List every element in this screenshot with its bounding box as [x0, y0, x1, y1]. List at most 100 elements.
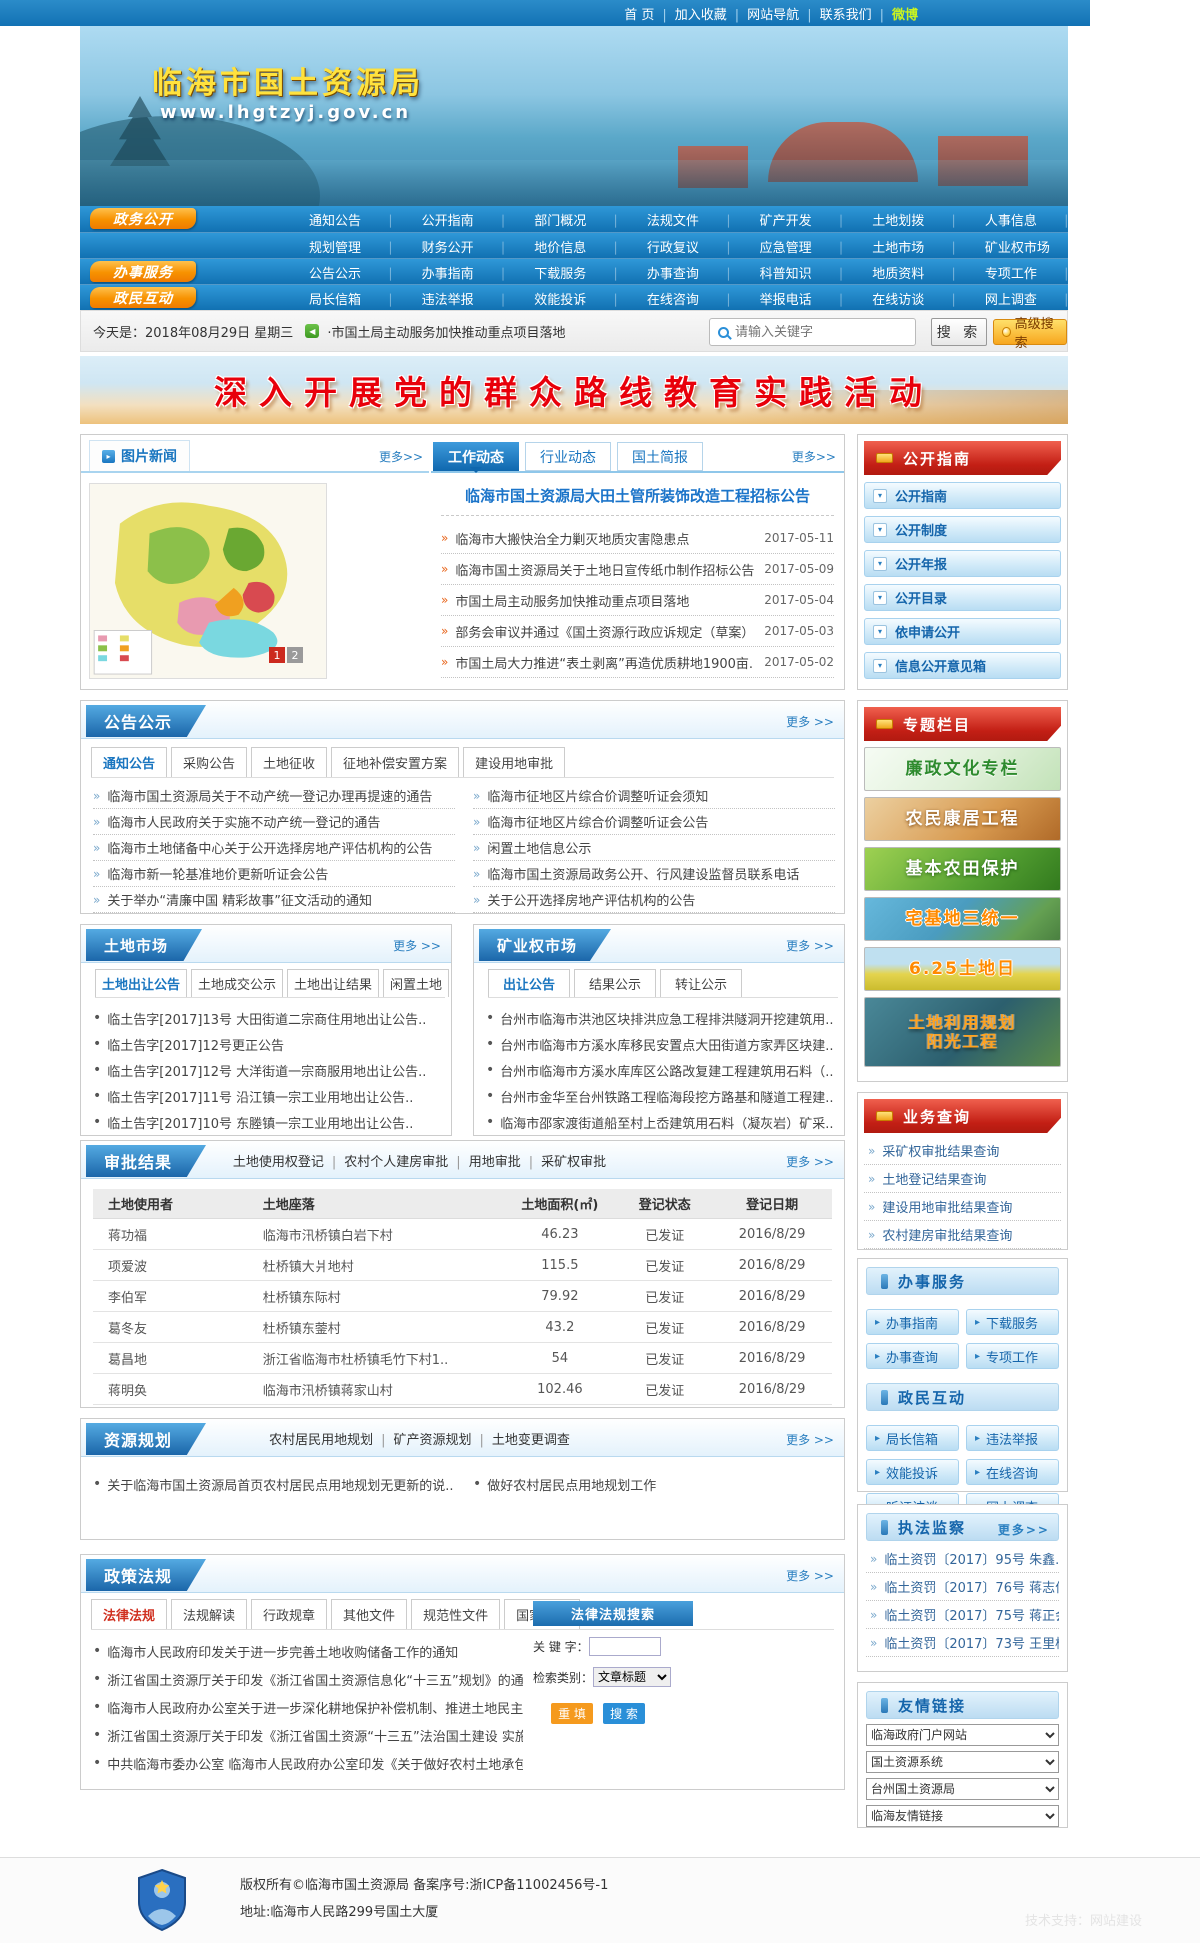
notice-title[interactable]: 临海市国土资源局政务公开、行风建设监督员联系电话	[487, 864, 799, 883]
nav-link[interactable]: 通知公告	[295, 210, 408, 229]
notice-title[interactable]: 关于举办“清廉中国 精彩故事”征文活动的通知	[107, 890, 372, 909]
notice-title[interactable]: 闲置土地信息公示	[487, 838, 591, 857]
nav-link[interactable]: 在线访谈	[858, 289, 971, 308]
nav-link[interactable]: 地质资料	[858, 263, 971, 282]
top-link[interactable]: 首 页	[624, 4, 675, 23]
policy-law-item[interactable]: •中共临海市委办公室 临海市人民政府办公室印发《关于做好农村土地承包经营权确权登…	[93, 1749, 523, 1777]
planning-item-title[interactable]: 做好农村居民点用地规划工作	[487, 1475, 656, 1494]
notice-title[interactable]: 关于公开选择房地产评估机构的公告	[487, 890, 695, 909]
mining-item-title[interactable]: 台州市金华至台州铁路工程临海段挖方路基和隧道工程建..	[500, 1087, 833, 1106]
query-item[interactable]: »农村建房审批结果查询	[864, 1221, 1061, 1249]
topic-banner[interactable]: 廉政文化专栏	[864, 747, 1061, 791]
guide-item[interactable]: ▾ 公开年报	[864, 550, 1061, 577]
tab-mine-transfer-notice[interactable]: 出让公告	[488, 969, 570, 997]
notice-item[interactable]: »关于举办“清廉中国 精彩故事”征文活动的通知	[93, 887, 455, 913]
nav-link[interactable]: 地价信息	[520, 237, 633, 256]
guide-item[interactable]: ▾ 信息公开意见箱	[864, 652, 1061, 679]
policy-law-item-title[interactable]: 临海市人民政府印发关于进一步完善土地收购储备工作的通知	[107, 1642, 458, 1661]
query-item-label[interactable]: 建设用地审批结果查询	[882, 1197, 1012, 1216]
notice-title[interactable]: 临海市征地区片综合价调整听证会公告	[487, 812, 708, 831]
tab-normative-documents[interactable]: 规范性文件	[411, 1599, 500, 1629]
nav-link[interactable]: 地灾防治	[1096, 237, 1200, 256]
nav-link[interactable]: 土地市场	[858, 237, 971, 256]
approval-category-link[interactable]: 用地审批	[469, 1151, 541, 1170]
planning-category-link[interactable]: 农村居民用地规划	[269, 1429, 393, 1448]
service-button[interactable]: ▸专项工作	[966, 1343, 1059, 1369]
topic-banner[interactable]: 宅基地三统一	[864, 897, 1061, 941]
nav-link[interactable]: 办事指南	[408, 263, 521, 282]
top-link[interactable]: 加入收藏	[675, 4, 747, 23]
land-market-item[interactable]: •临土告字[2017]10号 东塍镇一宗工业用地出让公告..	[93, 1109, 443, 1135]
news-item[interactable]: » 临海市大搬快治全力剿灭地质灾害隐患点 2017-05-11	[441, 523, 834, 554]
nav-link[interactable]: 矿产开发	[746, 210, 859, 229]
friend-link-select[interactable]: 国土资源系统	[866, 1751, 1059, 1773]
nav-link[interactable]: 公开指南	[408, 210, 521, 229]
mining-item-title[interactable]: 台州市临海市方溪水库移民安置点大田街道方家弄区块建..	[500, 1035, 833, 1054]
land-market-item[interactable]: •临土告字[2017]11号 沿江镇一宗工业用地出让公告..	[93, 1083, 443, 1109]
enforcement-item[interactable]: »临土资罚〔2017〕95号 朱鑫..	[866, 1545, 1059, 1573]
nav-link[interactable]: 网上调查	[971, 289, 1084, 308]
friend-link-select[interactable]: 台州国土资源局	[866, 1778, 1059, 1800]
nav-tag-zhengmin-hudong[interactable]: 政民互动	[90, 287, 196, 308]
tab-notice[interactable]: 通知公告	[91, 747, 167, 777]
policy-law-item[interactable]: •临海市人民政府办公室关于进一步深化耕地保护补偿机制、推进土地民主管理示范村建设…	[93, 1693, 523, 1721]
nav-link[interactable]: 公告公示	[295, 263, 408, 282]
tab-laws[interactable]: 法律法规	[91, 1599, 167, 1629]
top-link[interactable]: 网站导航	[747, 4, 819, 23]
service-button[interactable]: ▸下载服务	[966, 1309, 1059, 1335]
enforcement-item-title[interactable]: 临土资罚〔2017〕73号 王里桂..	[884, 1633, 1059, 1652]
planning-category-link[interactable]: 矿产资源规划	[393, 1429, 491, 1448]
guide-item[interactable]: ▾ 公开指南	[864, 482, 1061, 509]
query-item[interactable]: »建设用地审批结果查询	[864, 1193, 1061, 1221]
service-button[interactable]: ▸办事指南	[866, 1309, 959, 1335]
land-market-item[interactable]: •临土告字[2017]12号 大洋街道一宗商服用地出让公告..	[93, 1057, 443, 1083]
weibo-link[interactable]: 微博	[892, 4, 918, 23]
news-title[interactable]: 部务会审议并通过《国土资源行政应诉规定（草案）..	[455, 622, 754, 641]
topic-banner[interactable]: 6.25土地日	[864, 947, 1061, 991]
notice-item[interactable]: »关于公开选择房地产评估机构的公告	[473, 887, 835, 913]
tab-land-expropriation[interactable]: 土地征收	[251, 747, 327, 777]
notice-item[interactable]: »临海市征地区片综合价调整听证会公告	[473, 809, 835, 835]
campaign-banner[interactable]: 深入开展党的群众路线教育实践活动	[80, 356, 1068, 424]
search-type-select[interactable]: 文章标题	[593, 1667, 671, 1687]
nav-link[interactable]: 办事查询	[633, 263, 746, 282]
mining-item-title[interactable]: 台州市临海市洪池区块排洪应急工程排洪隧洞开挖建筑用..	[500, 1009, 833, 1028]
notice-title[interactable]: 临海市国土资源局关于不动产统一登记办理再提速的通告	[107, 786, 432, 805]
notice-title[interactable]: 临海市新一轮基准地价更新听证会公告	[107, 864, 328, 883]
nav-link[interactable]: 部门概况	[520, 210, 633, 229]
law-search-button[interactable]: 搜 索	[603, 1703, 645, 1724]
enforcement-item-title[interactable]: 临土资罚〔2017〕75号 蒋正会..	[884, 1605, 1059, 1624]
mining-market-item[interactable]: •台州市临海市洪池区块排洪应急工程排洪隧洞开挖建筑用..	[486, 1005, 836, 1031]
query-item-label[interactable]: 土地登记结果查询	[882, 1169, 986, 1188]
land-item-title[interactable]: 临土告字[2017]11号 沿江镇一宗工业用地出让公告..	[107, 1087, 413, 1106]
policy-law-more-link[interactable]: 更多 >>	[786, 1567, 834, 1584]
tab-mine-result[interactable]: 结果公示	[574, 969, 656, 997]
notice-title[interactable]: 临海市征地区片综合价调整听证会须知	[487, 786, 708, 805]
land-item-title[interactable]: 临土告字[2017]12号 大洋街道一宗商服用地出让公告..	[107, 1061, 426, 1080]
approval-more-link[interactable]: 更多 >>	[786, 1153, 834, 1170]
nav-link[interactable]: 土地划拨	[858, 210, 971, 229]
nav-link[interactable]: 局长信箱	[295, 289, 408, 308]
topic-banner[interactable]: 农民康居工程	[864, 797, 1061, 841]
announcement-more-link[interactable]: 更多 >>	[786, 713, 834, 730]
nav-link[interactable]: 规划管理	[295, 237, 408, 256]
news-title[interactable]: 临海市国土资源局关于土地日宣传纸巾制作招标公告	[455, 560, 754, 579]
notice-item[interactable]: »临海市征地区片综合价调整听证会须知	[473, 783, 835, 809]
tab-land-briefing[interactable]: 国土简报	[617, 442, 703, 471]
query-item-label[interactable]: 农村建房审批结果查询	[882, 1225, 1012, 1244]
notice-item[interactable]: »临海市土地储备中心关于公开选择房地产评估机构的公告	[93, 835, 455, 861]
reset-button[interactable]: 重 填	[551, 1703, 593, 1724]
tab-work-news[interactable]: 工作动态	[433, 442, 519, 471]
planning-item-title[interactable]: 关于临海市国土资源局首页农村居民点用地规划无更新的说..	[107, 1475, 453, 1494]
query-item-label[interactable]: 采矿权审批结果查询	[882, 1141, 999, 1160]
carousel-page-1[interactable]: 1	[269, 647, 285, 663]
notice-item[interactable]: »临海市人民政府关于实施不动产统一登记的通告	[93, 809, 455, 835]
enforcement-more-link[interactable]: 更多>>	[998, 1521, 1050, 1538]
top-link[interactable]: 联系我们	[820, 4, 892, 23]
nav-link[interactable]: 专项工作	[971, 263, 1084, 282]
news-ticker-link[interactable]: ·市国土局主动服务加快推动重点项目落地	[327, 322, 565, 341]
photo-news-more-link[interactable]: 更多>>	[379, 448, 423, 465]
tab-land-deal-publicity[interactable]: 土地成交公示	[191, 969, 283, 997]
planning-item[interactable]: •做好农村居民点用地规划工作	[473, 1471, 823, 1497]
policy-law-item-title[interactable]: 临海市人民政府办公室关于进一步深化耕地保护补偿机制、推进土地民主管理示范村建设的…	[107, 1698, 523, 1717]
